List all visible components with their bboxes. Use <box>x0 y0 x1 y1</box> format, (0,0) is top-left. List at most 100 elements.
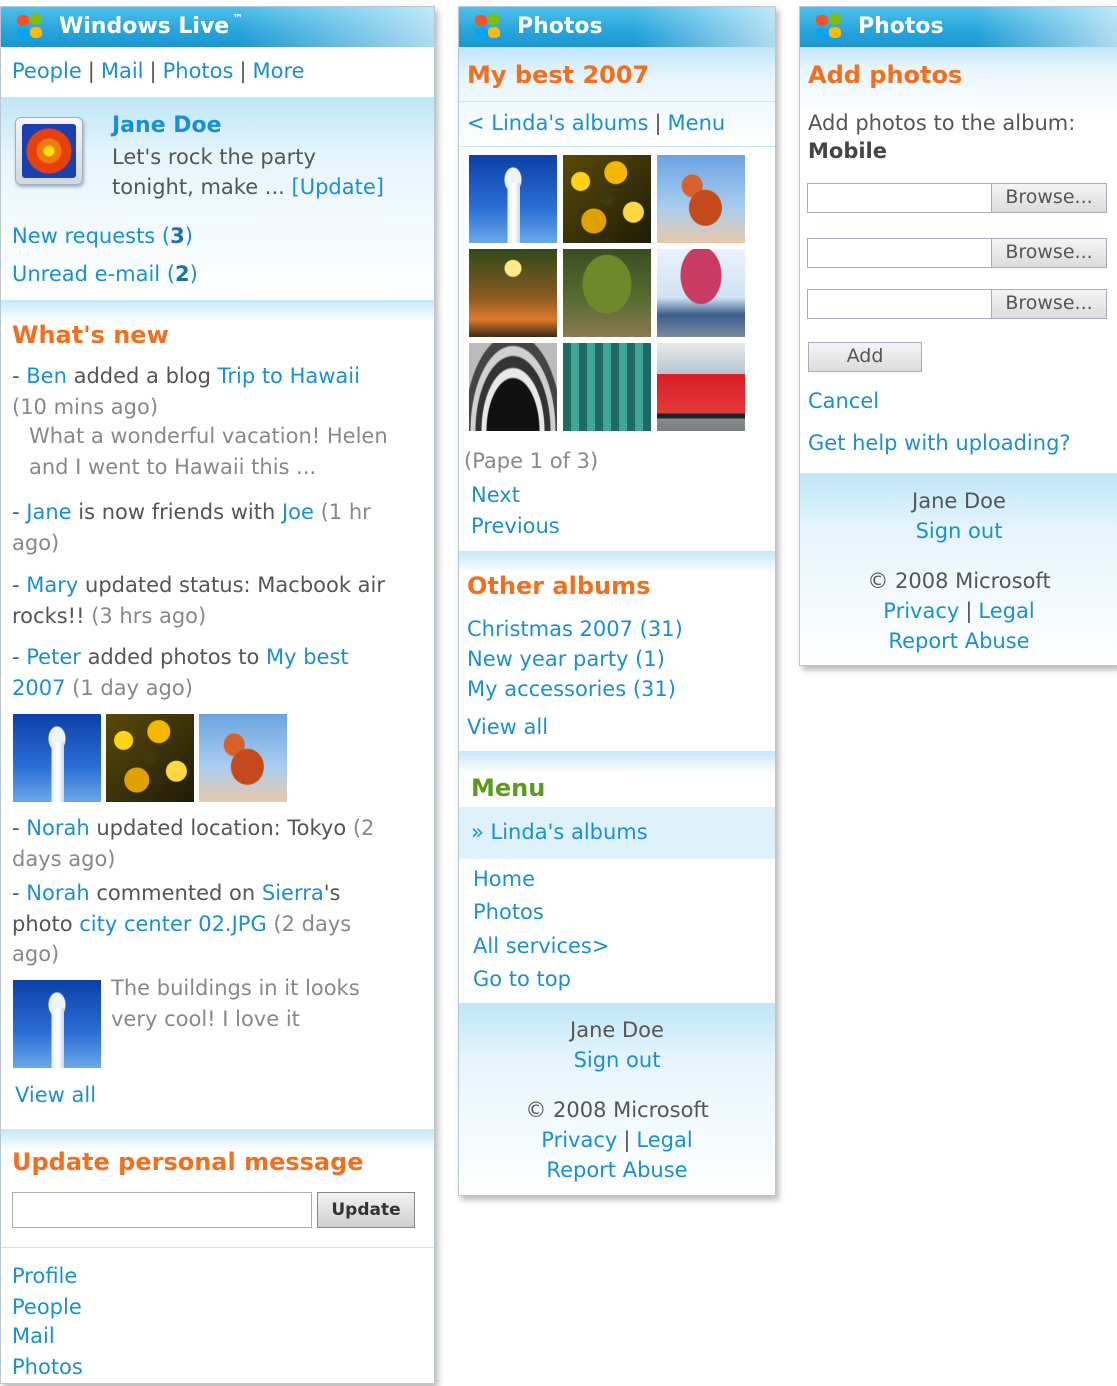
personal-message-input[interactable] <box>12 1192 312 1228</box>
mary-link[interactable]: Mary <box>26 573 78 597</box>
comment-photo-tower[interactable] <box>13 980 101 1068</box>
album-photo-6[interactable] <box>657 249 745 337</box>
update-message-title: Update personal message <box>12 1148 364 1176</box>
add-prompt: Add photos to the album: <box>808 111 1076 135</box>
footer-user: Jane Doe <box>570 1018 664 1042</box>
divider <box>1 300 434 322</box>
profile-message-line1: Let's rock the party <box>112 145 316 169</box>
menu-lindas-albums[interactable]: » Linda's albums <box>471 820 648 844</box>
my-best-2007-link-cont[interactable]: 2007 <box>12 676 65 700</box>
feed-item-peter: - Peter added photos to My best <box>12 645 349 669</box>
legal-link[interactable]: Legal <box>636 1128 692 1152</box>
menu-link[interactable]: Menu <box>668 111 726 135</box>
add-photos-panel: Photos Add photos Add photos to the albu… <box>799 6 1117 666</box>
nav-photos[interactable]: Photos <box>163 59 234 83</box>
divider <box>459 751 775 773</box>
sign-out-link[interactable]: Sign out <box>800 519 1117 543</box>
app-title: Windows Live <box>59 14 230 39</box>
file-input-2[interactable] <box>807 238 993 268</box>
view-all-link[interactable]: View all <box>15 1083 96 1107</box>
nav-people[interactable]: People <box>12 59 82 83</box>
browse-button-1[interactable]: Browse... <box>991 183 1107 213</box>
city-center-photo-link[interactable]: city center 02.JPG <box>79 912 266 936</box>
top-nav: People | Mail | Photos | More <box>12 59 305 83</box>
norah-link[interactable]: Norah <box>26 816 89 840</box>
footer-legal-links: Privacy | Legal <box>883 599 1035 623</box>
sign-out-link[interactable]: Sign out <box>459 1048 775 1072</box>
album-photo-7[interactable] <box>469 343 557 431</box>
add-button[interactable]: Add <box>808 342 922 372</box>
trip-to-hawaii-link[interactable]: Trip to Hawaii <box>218 364 360 388</box>
update-button[interactable]: Update <box>317 1192 415 1228</box>
feed-photo-leaves[interactable] <box>106 714 194 802</box>
feed-status-line2: rocks!! (3 hrs ago) <box>12 604 207 628</box>
report-abuse-link[interactable]: Report Abuse <box>800 629 1117 653</box>
profile-message-line2: tonight, make ... [Update] <box>112 175 384 199</box>
update-message-link[interactable]: [Update] <box>292 175 384 199</box>
legal-link[interactable]: Legal <box>978 599 1034 623</box>
photos-titlebar: Photos <box>459 7 775 47</box>
new-requests-link[interactable]: New requests (3) <box>12 224 193 248</box>
album-photo-1[interactable] <box>469 155 557 243</box>
album-link-accessories[interactable]: My accessories (31) <box>467 677 676 701</box>
comment-line2: very cool! I love it <box>111 1007 300 1031</box>
feed-time: ago) <box>12 531 60 555</box>
feed-comment-line2: photo city center 02.JPG (2 days <box>12 912 352 936</box>
album-link-christmas[interactable]: Christmas 2007 (31) <box>467 617 683 641</box>
footer-legal-links: Privacy | Legal <box>541 1128 693 1152</box>
my-best-2007-link[interactable]: My best <box>266 645 349 669</box>
avatar[interactable] <box>15 117 83 185</box>
feed-photo-tree[interactable] <box>199 714 287 802</box>
bottom-link-photos[interactable]: Photos <box>12 1355 83 1379</box>
nav-more[interactable]: More <box>253 59 305 83</box>
bottom-link-people[interactable]: People <box>12 1295 82 1319</box>
sierra-link[interactable]: Sierra <box>262 881 324 905</box>
privacy-link[interactable]: Privacy <box>541 1128 617 1152</box>
peter-link[interactable]: Peter <box>26 645 81 669</box>
album-photo-8[interactable] <box>563 343 651 431</box>
windows-flag-icon <box>814 13 844 41</box>
upload-help-link[interactable]: Get help with uploading? <box>808 431 1071 455</box>
windows-live-titlebar: Windows Live ™ <box>1 7 434 47</box>
trademark: ™ <box>232 12 244 25</box>
nav-mail[interactable]: Mail <box>101 59 144 83</box>
feed-peter-line2: 2007 (1 day ago) <box>12 676 193 700</box>
browse-button-2[interactable]: Browse... <box>991 238 1107 268</box>
next-link[interactable]: Next <box>471 483 520 507</box>
browse-button-3[interactable]: Browse... <box>991 289 1107 319</box>
divider <box>459 146 775 147</box>
norah-link[interactable]: Norah <box>26 881 89 905</box>
feed-time: ago) <box>12 942 60 966</box>
menu-photos[interactable]: Photos <box>473 900 544 924</box>
album-photo-9[interactable] <box>657 343 745 431</box>
lindas-albums-back-link[interactable]: < Linda's albums <box>467 111 648 135</box>
photos-titlebar: Photos <box>800 7 1117 47</box>
album-photo-3[interactable] <box>657 155 745 243</box>
privacy-link[interactable]: Privacy <box>883 599 959 623</box>
cancel-link[interactable]: Cancel <box>808 389 879 413</box>
bottom-link-profile[interactable]: Profile <box>12 1264 77 1288</box>
jane-link[interactable]: Jane <box>26 500 71 524</box>
album-photo-2[interactable] <box>563 155 651 243</box>
feed-photo-tower[interactable] <box>13 714 101 802</box>
unread-email-link[interactable]: Unread e-mail (2) <box>12 262 198 286</box>
file-input-1[interactable] <box>807 183 993 213</box>
feed-time: (10 mins ago) <box>12 395 159 419</box>
ben-link[interactable]: Ben <box>26 364 67 388</box>
bottom-link-mail[interactable]: Mail <box>12 1324 55 1348</box>
feed-time: days ago) <box>12 847 116 871</box>
album-photo-4[interactable] <box>469 249 557 337</box>
album-title: My best 2007 <box>467 61 650 89</box>
menu-go-to-top[interactable]: Go to top <box>473 967 571 991</box>
album-photo-5[interactable] <box>563 249 651 337</box>
album-link-new-year[interactable]: New year party (1) <box>467 647 665 671</box>
profile-name[interactable]: Jane Doe <box>112 113 222 138</box>
menu-all-services[interactable]: All services> <box>473 934 609 958</box>
report-abuse-link[interactable]: Report Abuse <box>459 1158 775 1182</box>
file-input-3[interactable] <box>807 289 993 319</box>
feed-item-ben: - Ben added a blog Trip to Hawaii <box>12 364 360 388</box>
view-all-albums-link[interactable]: View all <box>467 715 548 739</box>
previous-link[interactable]: Previous <box>471 514 560 538</box>
joe-link[interactable]: Joe <box>282 500 314 524</box>
menu-home[interactable]: Home <box>473 867 535 891</box>
